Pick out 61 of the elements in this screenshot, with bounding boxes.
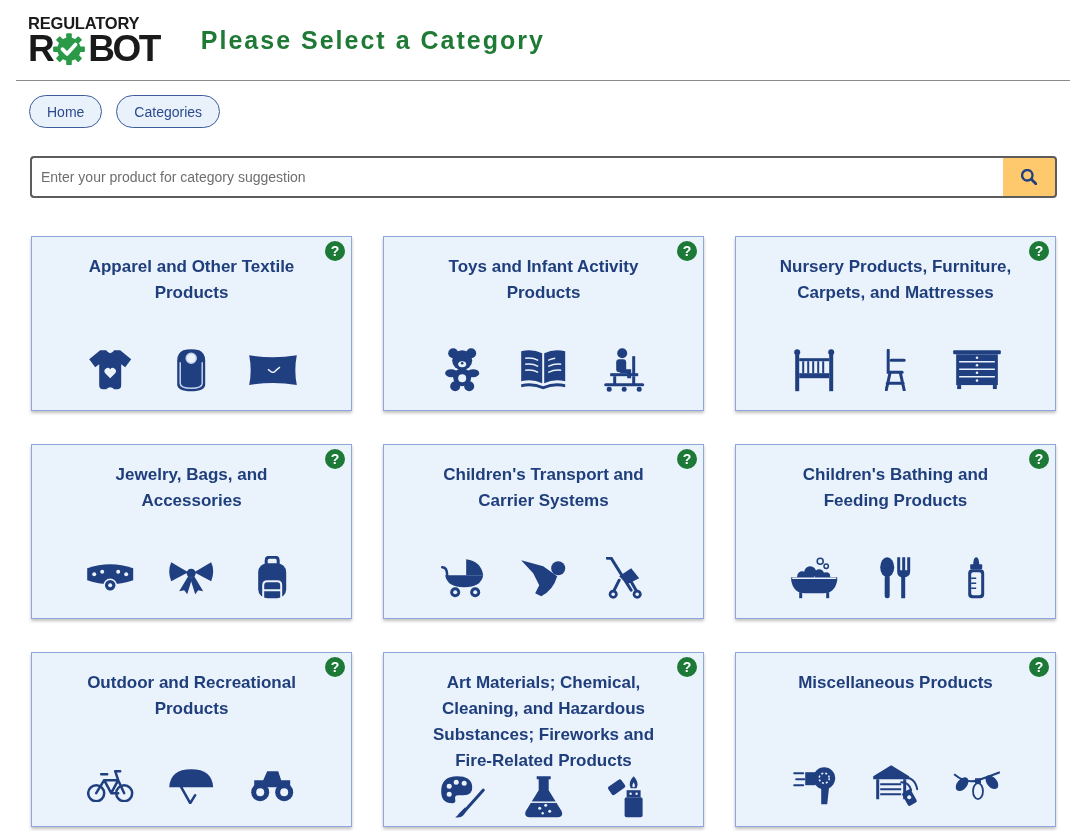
help-button[interactable]: ?: [325, 449, 345, 469]
hair-dryer-icon: [792, 766, 837, 806]
dresser-icon: [951, 349, 1002, 391]
category-card[interactable]: Nursery Products, Furniture, Carpets, and Mattresses ?: [735, 236, 1056, 411]
category-card[interactable]: Miscellaneous Products ?: [735, 652, 1056, 827]
onesie-icon: [88, 349, 133, 391]
bracelet-icon: [86, 563, 135, 593]
help-button[interactable]: ?: [677, 449, 697, 469]
help-button[interactable]: ?: [1029, 241, 1049, 261]
category-card[interactable]: Outdoor and Recreational Products ?: [31, 652, 352, 827]
category-title: Miscellaneous Products: [798, 672, 993, 694]
nav-button[interactable]: Categories: [116, 95, 221, 128]
string-lights-icon: [951, 771, 1002, 801]
help-button[interactable]: ?: [325, 241, 345, 261]
logo-text: REGULATORY: [28, 14, 140, 32]
nav-button[interactable]: Home: [29, 95, 103, 128]
gear-checkmark-icon: [52, 31, 87, 67]
logo-text: R: [28, 32, 53, 66]
backpack-icon: [257, 556, 288, 600]
category-title: Jewelry, Bags, and Accessories: [114, 464, 269, 512]
category-title: Children's Transport and Carrier Systems: [442, 464, 645, 512]
baby-walker-icon: [603, 347, 646, 393]
garage-remote-icon: [872, 764, 919, 808]
open-book-icon: [520, 349, 567, 391]
baby-carriage-icon: [440, 557, 485, 599]
bicycle-icon: [87, 769, 134, 803]
category-card[interactable]: Jewelry, Bags, and Accessories ?: [31, 444, 352, 619]
category-card[interactable]: Children's Transport and Carrier Systems ?: [383, 444, 704, 619]
teddy-bear-icon: [444, 347, 481, 393]
category-card[interactable]: Art Materials; Chemical, Cleaning, and Hazardous Substances; Fireworks and Fire-Related Products ?: [383, 652, 704, 827]
bib-icon: [176, 347, 207, 393]
bathtub-icon: [790, 556, 839, 600]
category-title: Nursery Products, Furniture, Carpets, and Mattresses: [778, 256, 1013, 304]
spoon-and-fork-icon: [879, 556, 912, 600]
help-button[interactable]: ?: [325, 657, 345, 677]
category-title: Art Materials; Chemical, Cleaning, and Hazardous Substances; Fireworks and Fire-Related Products: [431, 672, 656, 772]
helmet-icon: [168, 767, 215, 805]
category-title: Children's Bathing and Feeding Products: [801, 464, 990, 512]
category-title: Apparel and Other Textile Products: [87, 256, 296, 304]
help-button[interactable]: ?: [677, 657, 697, 677]
baby-carrier-icon: [520, 558, 567, 598]
page-title: Please Select a Category: [200, 25, 545, 55]
help-button[interactable]: ?: [1029, 657, 1049, 677]
atv-icon: [250, 769, 295, 803]
stroller-icon: [606, 556, 643, 600]
bow-icon: [168, 560, 215, 596]
logo-text: BOT: [88, 32, 159, 66]
help-button[interactable]: ?: [1029, 449, 1049, 469]
category-title: Outdoor and Recreational Products: [86, 672, 297, 720]
high-chair-icon: [885, 348, 906, 392]
baby-bottle-icon: [967, 556, 986, 600]
crib-icon: [793, 347, 836, 393]
flask-icon: [523, 775, 564, 819]
help-button[interactable]: ?: [677, 241, 697, 261]
category-card[interactable]: Children's Bathing and Feeding Products ?: [735, 444, 1056, 619]
category-card[interactable]: Toys and Infant Activity Products ?: [383, 236, 704, 411]
lighter-icon: [605, 775, 644, 819]
category-card[interactable]: Apparel and Other Textile Products ?: [31, 236, 352, 411]
category-title: Toys and Infant Activity Products: [447, 256, 640, 304]
palette-and-brush-icon: [440, 775, 485, 819]
pillow-icon: [247, 353, 298, 387]
